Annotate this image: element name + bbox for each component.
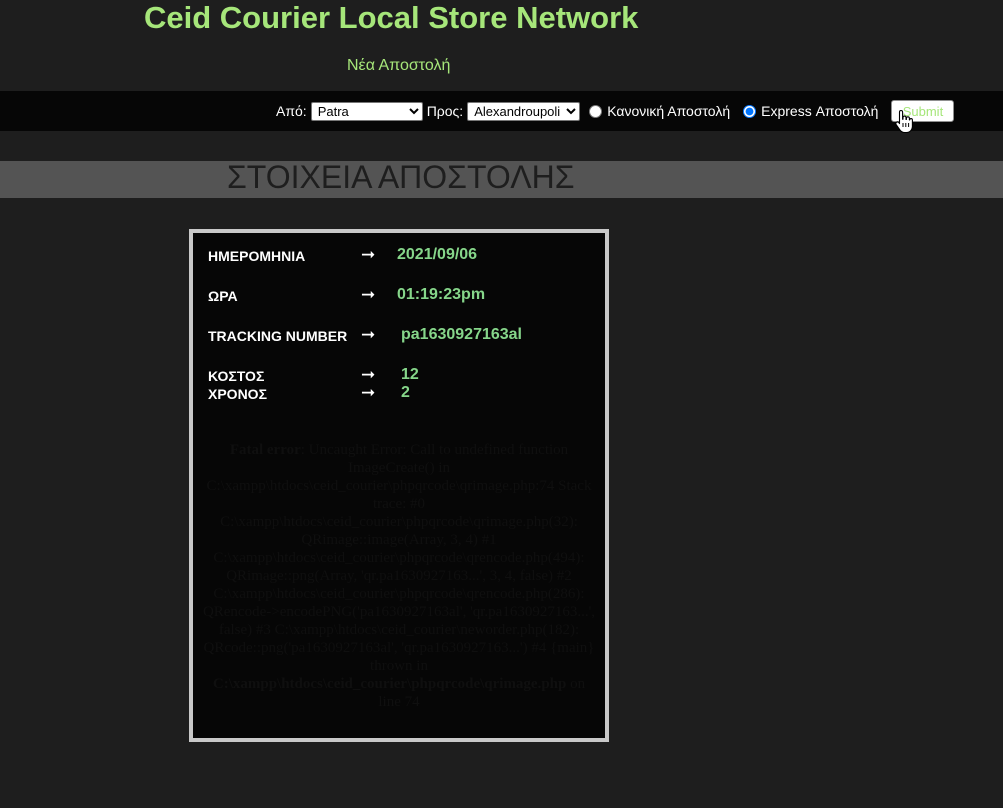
section-band: ΣΤΟΙΧΕΙΑ ΑΠΟΣΤΟΛΗΣ <box>0 159 1003 198</box>
detail-row-date: ΗΜΕΡΟΜΗΝΙΑ ➞ 2021/09/06 <box>208 245 598 266</box>
detail-row-time: ΩΡΑ ➞ 01:19:23pm <box>208 285 598 306</box>
error-heading: Fatal error <box>229 442 301 458</box>
time-label: ΩΡΑ <box>208 288 238 304</box>
right-arrow-icon: ➞ <box>361 383 376 402</box>
tracking-label: TRACKING NUMBER <box>208 328 348 344</box>
express-shipment-label[interactable]: Express Αποστολή <box>761 103 878 119</box>
from-label: Από: <box>276 103 307 119</box>
date-value: 2021/09/06 <box>397 246 478 263</box>
to-label: Προς: <box>426 103 464 119</box>
normal-shipment-label[interactable]: Κανονική Αποστολή <box>607 103 730 119</box>
new-shipment-link[interactable]: Νέα Αποστολή <box>347 57 450 75</box>
php-error-message: Fatal error: Uncaught Error: Call to und… <box>201 441 597 711</box>
right-arrow-icon: ➞ <box>361 325 376 344</box>
duration-value: 2 <box>401 384 410 401</box>
tracking-value: pa1630927163al <box>401 326 522 343</box>
duration-label: ΧΡΟΝΟΣ <box>208 386 267 402</box>
right-arrow-icon: ➞ <box>361 365 376 384</box>
date-label: ΗΜΕΡΟΜΗΝΙΑ <box>208 248 306 264</box>
section-title: ΣΤΟΙΧΕΙΑ ΑΠΟΣΤΟΛΗΣ <box>227 159 575 195</box>
shipment-form-bar: Από: Patra Προς: Alexandroupoli Κανονική… <box>0 91 1003 131</box>
error-text: : Uncaught Error: Call to undefined func… <box>202 442 596 674</box>
cost-value: 12 <box>401 366 419 383</box>
site-title: Ceid Courier Local Store Network <box>144 0 639 35</box>
normal-shipment-radio[interactable] <box>589 104 603 118</box>
detail-row-tracking: TRACKING NUMBER ➞ pa1630927163al <box>208 325 598 346</box>
error-file: C:\xampp\htdocs\ceid_courier\phpqrcode\q… <box>212 676 567 692</box>
shipment-form: Από: Patra Προς: Alexandroupoli Κανονική… <box>276 100 955 122</box>
page: Ceid Courier Local Store Network Νέα Απο… <box>0 0 1003 808</box>
hand-pointer-icon <box>895 109 913 133</box>
detail-row-duration: ΧΡΟΝΟΣ ➞ 2 <box>208 383 598 404</box>
from-select[interactable]: Patra <box>310 101 423 121</box>
detail-row-cost: ΚΟΣΤΟΣ ➞ 12 <box>208 365 598 386</box>
to-select[interactable]: Alexandroupoli <box>467 101 581 121</box>
time-value: 01:19:23pm <box>397 286 486 303</box>
shipment-details-box: ΗΜΕΡΟΜΗΝΙΑ ➞ 2021/09/06 ΩΡΑ ➞ 01:19:23pm… <box>189 229 609 742</box>
express-shipment-radio[interactable] <box>743 104 757 118</box>
cost-label: ΚΟΣΤΟΣ <box>208 368 265 384</box>
right-arrow-icon: ➞ <box>361 285 376 304</box>
right-arrow-icon: ➞ <box>361 245 376 264</box>
